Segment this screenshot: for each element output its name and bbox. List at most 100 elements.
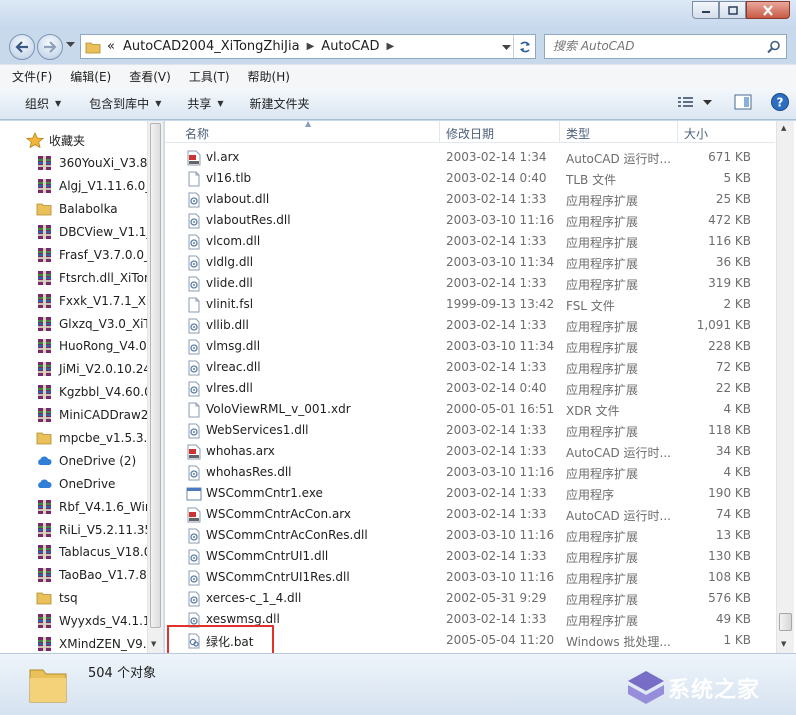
nav-item-label: Algj_V1.11.6.0_XiT <box>59 179 148 194</box>
column-size[interactable]: 大小 <box>684 125 708 142</box>
nav-item[interactable]: DBCView_V1.1_Xi <box>0 221 148 244</box>
favorites-item[interactable]: 收藏夹 <box>0 129 148 152</box>
file-row[interactable]: vlaboutRes.dll 2003-03-10 11:16 应用程序扩展 472 … <box>183 211 775 232</box>
new-folder-button[interactable]: 新建文件夹 <box>242 95 318 112</box>
dll-file-icon <box>188 234 200 250</box>
column-divider[interactable] <box>677 121 678 143</box>
nav-item[interactable]: Wyyxds_V4.1.1. <box>0 610 148 633</box>
file-row[interactable]: WebServices1.dll 2003-02-14 1:33 应用程序扩展 118… <box>183 421 775 442</box>
search-box[interactable] <box>544 34 787 59</box>
file-row[interactable]: whohas.arx 2003-02-14 1:33 AutoCAD 运行时... 3… <box>183 442 775 463</box>
nav-item[interactable]: Glxzq_V3.0_XiTon <box>0 312 148 335</box>
include-in-library-button[interactable]: 包含到库中 ▼ <box>81 95 169 112</box>
nav-scrollbar[interactable]: ▼ <box>147 121 163 653</box>
search-icon[interactable] <box>767 40 781 54</box>
breadcrumb-separator-icon[interactable]: ▶ <box>304 41 318 52</box>
file-row[interactable]: WSCommCntrUI1.dll 2003-02-14 1:33 应用程序扩展 13… <box>183 547 775 568</box>
file-row[interactable]: WSCommCntrAcConRes.dll 2003-03-10 11:16 应用… <box>183 526 775 547</box>
nav-item[interactable]: Ftsrch.dll_XiTong <box>0 266 148 289</box>
nav-item[interactable]: OneDrive (2) <box>0 449 148 472</box>
file-row[interactable]: vlcom.dll 2003-02-14 1:33 应用程序扩展 116 KB <box>183 232 775 253</box>
archive-icon <box>38 270 51 285</box>
file-row[interactable]: vlabout.dll 2003-02-14 1:33 应用程序扩展 25 KB <box>183 190 775 211</box>
file-row[interactable]: VoloViewRML_v_001.xdr 2000-05-01 16:51 XDR… <box>183 400 775 421</box>
close-button[interactable] <box>746 1 790 19</box>
nav-item[interactable]: Tablacus_V18.0 <box>0 541 148 564</box>
maximize-button[interactable] <box>719 1 746 19</box>
column-name[interactable]: 名称 <box>185 125 209 142</box>
search-input[interactable] <box>545 35 760 57</box>
file-row[interactable]: vlres.dll 2003-02-14 0:40 应用程序扩展 22 KB <box>183 379 775 400</box>
file-row[interactable]: vlreac.dll 2003-02-14 1:33 应用程序扩展 72 KB <box>183 358 775 379</box>
nav-item[interactable]: HuoRong_V4.0.1 <box>0 335 148 358</box>
refresh-button[interactable] <box>513 35 535 58</box>
nav-item[interactable]: JiMi_V2.0.10.24_ <box>0 358 148 381</box>
share-button[interactable]: 共享 ▼ <box>179 95 231 112</box>
menu-view[interactable]: 查看(V) <box>123 68 177 85</box>
file-row[interactable]: vl16.tlb 2003-02-14 0:40 TLB 文件 5 KB <box>183 169 775 190</box>
nav-item[interactable]: RiLi_V5.2.11.354 <box>0 518 148 541</box>
file-row[interactable]: vldlg.dll 2003-03-10 11:34 应用程序扩展 36 KB <box>183 253 775 274</box>
file-scrollbar[interactable]: ▲ ▼ <box>776 121 794 653</box>
nav-item[interactable]: mpcbe_v1.5.3.4 <box>0 427 148 450</box>
nav-item[interactable]: Balabolka <box>0 198 148 221</box>
nav-item[interactable]: Frasf_V3.7.0.0_Xi <box>0 243 148 266</box>
nav-item[interactable]: MiniCADDraw201 <box>0 404 148 427</box>
file-row[interactable]: vlide.dll 2003-02-14 1:33 应用程序扩展 319 KB <box>183 274 775 295</box>
file-row[interactable]: vl.arx 2003-02-14 1:34 AutoCAD 运行时... 671 K… <box>183 148 775 169</box>
nav-item[interactable]: OneDrive <box>0 472 148 495</box>
menu-tools[interactable]: 工具(T) <box>183 68 236 85</box>
nav-item[interactable]: Rbf_V4.1.6_Win8 <box>0 495 148 518</box>
organize-button[interactable]: 组织 ▼ <box>17 95 69 112</box>
nav-item-label: TaoBao_V1.7.8. <box>59 568 148 583</box>
scroll-down-icon[interactable]: ▼ <box>781 640 786 648</box>
view-details-icon[interactable] <box>677 95 695 109</box>
breadcrumb-item[interactable]: AutoCAD <box>317 39 383 54</box>
back-button[interactable] <box>9 34 35 60</box>
nav-item[interactable]: Kgzbbl_V4.60.0_ <box>0 381 148 404</box>
file-name: WSCommCntrUI1Res.dll <box>206 570 350 584</box>
file-row[interactable]: vlmsg.dll 2003-03-10 11:34 应用程序扩展 228 KB <box>183 337 775 358</box>
column-date[interactable]: 修改日期 <box>446 125 494 142</box>
scroll-up-icon[interactable]: ▲ <box>781 124 786 132</box>
column-divider[interactable] <box>439 121 440 143</box>
nav-item[interactable]: XMindZEN_V9.0. <box>0 633 148 653</box>
dll-file-icon <box>188 360 200 376</box>
file-row[interactable]: xerces-c_1_4.dll 2002-05-31 9:29 应用程序扩展 576… <box>183 589 775 610</box>
menu-edit[interactable]: 编辑(E) <box>64 68 117 85</box>
view-dropdown-icon[interactable] <box>703 98 712 106</box>
nav-item[interactable]: Algj_V1.11.6.0_XiT <box>0 175 148 198</box>
breadcrumb-separator-icon[interactable]: ▶ <box>383 41 397 52</box>
file-row[interactable]: whohasRes.dll 2003-03-10 11:16 应用程序扩展 4 KB <box>183 463 775 484</box>
column-type[interactable]: 类型 <box>566 125 590 142</box>
file-type: 应用程序扩展 <box>566 362 639 376</box>
address-overflow[interactable]: « <box>101 39 119 54</box>
nav-item[interactable]: 360YouXi_V3.8.1 <box>0 152 148 175</box>
address-dropdown-icon[interactable] <box>502 41 511 53</box>
nav-item[interactable]: Fxxk_V1.7.1_XiTo <box>0 289 148 312</box>
file-row[interactable]: WSCommCntrAcCon.arx 2003-02-14 1:33 AutoCA… <box>183 505 775 526</box>
address-bar[interactable]: « AutoCAD2004_XiTongZhiJia ▶ AutoCAD ▶ <box>80 34 536 59</box>
nav-item[interactable]: TaoBao_V1.7.8. <box>0 564 148 587</box>
menu-file[interactable]: 文件(F) <box>6 68 58 85</box>
help-icon[interactable]: ? <box>770 92 790 112</box>
scroll-down-icon[interactable]: ▼ <box>151 640 156 648</box>
forward-button[interactable] <box>37 34 63 60</box>
file-scrollbar-thumb[interactable] <box>779 613 792 631</box>
menu-help[interactable]: 帮助(H) <box>242 68 296 85</box>
archive-icon <box>38 179 51 194</box>
file-size: 74 KB <box>715 507 751 521</box>
preview-pane-icon[interactable] <box>734 94 752 110</box>
file-row[interactable]: vllib.dll 2003-02-14 1:33 应用程序扩展 1,091 KB <box>183 316 775 337</box>
nav-item[interactable]: tsq <box>0 587 148 610</box>
file-row[interactable]: vlinit.fsl 1999-09-13 13:42 FSL 文件 2 KB <box>183 295 775 316</box>
item-count: 504 个对象 <box>88 666 156 681</box>
file-row[interactable]: WSCommCntr1.exe 2003-02-14 1:33 应用程序 190 KB <box>183 484 775 505</box>
column-divider[interactable] <box>559 121 560 143</box>
history-dropdown-icon[interactable] <box>66 42 75 48</box>
breadcrumb-item[interactable]: AutoCAD2004_XiTongZhiJia <box>119 39 304 54</box>
nav-scrollbar-thumb[interactable] <box>150 123 161 628</box>
minimize-button[interactable] <box>692 1 719 19</box>
file-row[interactable]: WSCommCntrUI1Res.dll 2003-03-10 11:16 应用程序… <box>183 568 775 589</box>
file-size: 108 KB <box>708 570 751 584</box>
